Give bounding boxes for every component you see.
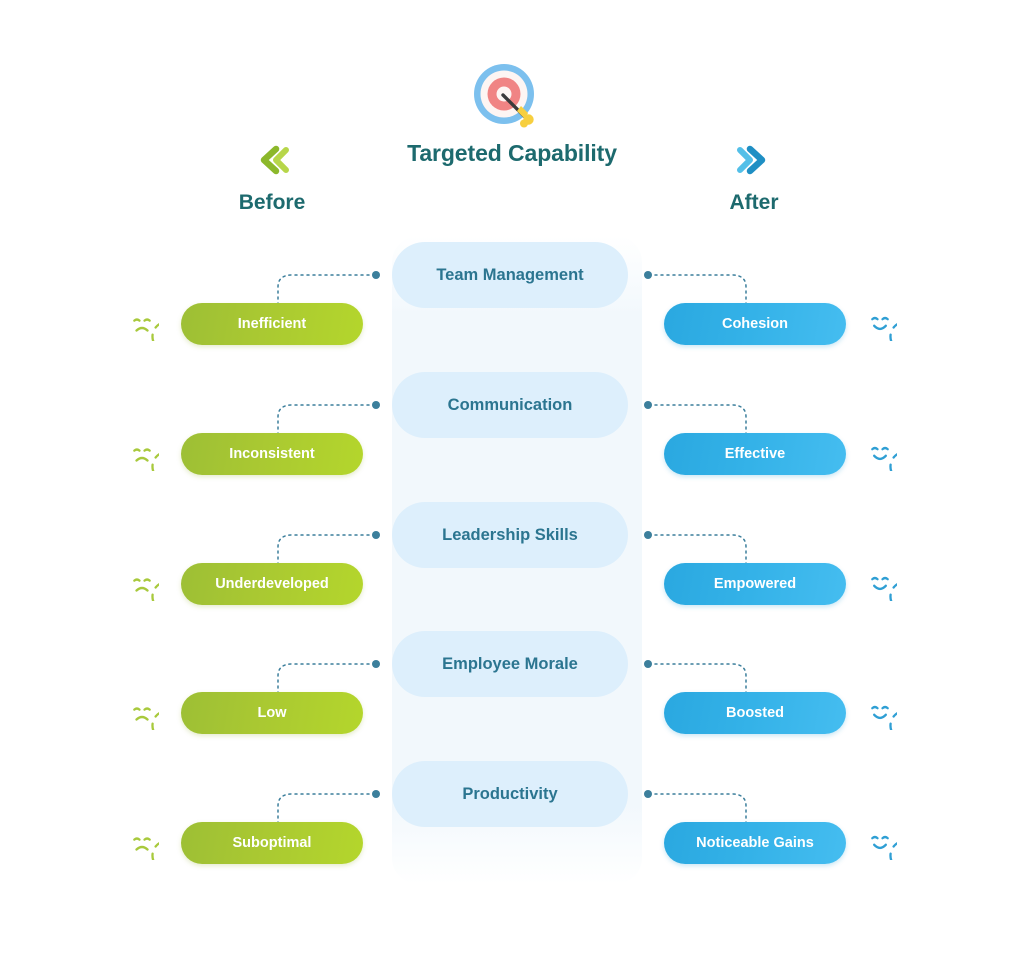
happy-face-icon: [863, 437, 921, 482]
capability-card[interactable]: Leadership Skills: [392, 502, 628, 568]
comparison-row: Team Management Inefficient Cohesion: [0, 242, 1024, 362]
capability-label: Communication: [447, 395, 573, 414]
happy-face-icon: [863, 567, 921, 612]
sad-face-icon: [125, 696, 183, 741]
before-header: Before: [172, 145, 372, 215]
after-state-pill[interactable]: Boosted: [664, 692, 846, 734]
before-state-label: Inconsistent: [229, 446, 315, 462]
before-state-label: Suboptimal: [232, 835, 312, 851]
double-chevron-left-icon: [172, 145, 372, 175]
after-state-label: Effective: [724, 446, 786, 462]
capability-card[interactable]: Team Management: [392, 242, 628, 308]
infographic-canvas: Targeted Capability Before After Team Ma…: [0, 0, 1024, 977]
before-state-label: Low: [257, 705, 287, 721]
after-label: After: [729, 191, 779, 214]
capability-label: Productivity: [462, 784, 558, 803]
before-state-pill[interactable]: Underdeveloped: [181, 563, 363, 605]
happy-face-icon: [863, 826, 921, 871]
sad-face-icon: [125, 826, 183, 871]
before-state-label: Inefficient: [237, 316, 307, 332]
after-state-pill[interactable]: Empowered: [664, 563, 846, 605]
before-state-pill[interactable]: Low: [181, 692, 363, 734]
sad-face-icon: [125, 567, 183, 612]
happy-face-icon: [863, 696, 921, 741]
after-state-label: Cohesion: [721, 316, 789, 332]
target-bullseye-dart-icon: [472, 62, 540, 130]
before-state-label: Underdeveloped: [215, 576, 329, 592]
after-state-pill[interactable]: Cohesion: [664, 303, 846, 345]
sad-face-icon: [125, 307, 183, 352]
capability-label: Leadership Skills: [442, 525, 578, 544]
capability-label: Team Management: [436, 265, 584, 284]
comparison-row: Productivity Suboptimal Noticeable Gains: [0, 761, 1024, 881]
double-chevron-right-icon: [654, 145, 854, 175]
sad-face-icon: [125, 437, 183, 482]
after-state-label: Noticeable Gains: [696, 835, 814, 851]
comparison-row: Leadership Skills Underdeveloped Empower…: [0, 502, 1024, 622]
page-title: Targeted Capability: [407, 140, 617, 166]
happy-face-icon: [863, 307, 921, 352]
before-state-pill[interactable]: Inconsistent: [181, 433, 363, 475]
after-header: After: [654, 145, 854, 215]
after-state-label: Boosted: [726, 705, 784, 721]
after-state-pill[interactable]: Effective: [664, 433, 846, 475]
capability-label: Employee Morale: [442, 654, 578, 673]
before-state-pill[interactable]: Inefficient: [181, 303, 363, 345]
capability-card[interactable]: Employee Morale: [392, 631, 628, 697]
comparison-row: Employee Morale Low Boosted: [0, 631, 1024, 751]
before-label: Before: [238, 191, 306, 214]
after-state-pill[interactable]: Noticeable Gains: [664, 822, 846, 864]
comparison-row: Communication Inconsistent Effective: [0, 372, 1024, 492]
capability-card[interactable]: Productivity: [392, 761, 628, 827]
before-state-pill[interactable]: Suboptimal: [181, 822, 363, 864]
after-state-label: Empowered: [713, 576, 797, 592]
capability-card[interactable]: Communication: [392, 372, 628, 438]
